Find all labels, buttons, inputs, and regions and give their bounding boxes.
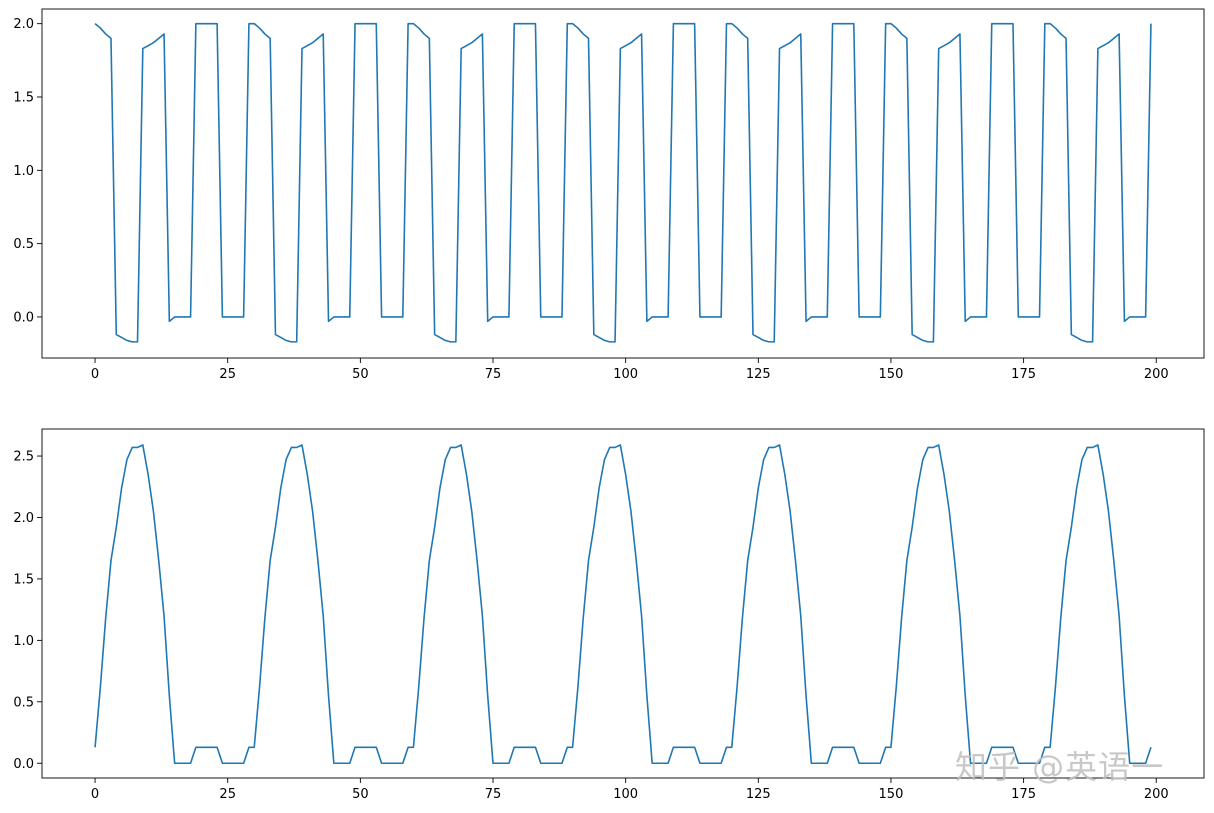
watermark-text: 知乎 @英语一 bbox=[955, 748, 1165, 786]
x-tick-label: 0 bbox=[91, 367, 99, 382]
axes-frame bbox=[41, 8, 1205, 359]
series-line-1-0 bbox=[94, 444, 1152, 765]
x-tick-label: 150 bbox=[879, 367, 904, 382]
x-tick-label: 175 bbox=[1011, 787, 1036, 802]
x-tick-label: 25 bbox=[219, 367, 236, 382]
x-tick-label: 25 bbox=[219, 787, 236, 802]
x-tick-label: 75 bbox=[485, 367, 502, 382]
y-tick-label: 0.5 bbox=[13, 695, 34, 710]
x-tick-label: 50 bbox=[352, 367, 369, 382]
x-tick-label: 150 bbox=[879, 787, 904, 802]
y-tick-label: 0.0 bbox=[13, 757, 34, 772]
x-tick-label: 175 bbox=[1011, 367, 1036, 382]
y-tick-label: 2.0 bbox=[13, 511, 34, 526]
x-tick-label: 0 bbox=[91, 787, 99, 802]
x-tick-label: 100 bbox=[613, 367, 638, 382]
y-tick-label: 1.5 bbox=[13, 572, 34, 587]
x-tick-label: 200 bbox=[1144, 787, 1169, 802]
y-tick-label: 1.0 bbox=[13, 164, 34, 179]
x-tick-label: 125 bbox=[746, 787, 771, 802]
y-tick-label: 2.5 bbox=[13, 450, 34, 465]
y-tick-label: 0.0 bbox=[13, 310, 34, 325]
top-plot: 0 25 50 75 100 125 150 175 200 0.0 0.5 1.0 1.5 2.0 bbox=[13, 8, 1205, 382]
x-tick-label: 100 bbox=[613, 787, 638, 802]
axes-frame bbox=[41, 428, 1205, 779]
y-tick-label: 1.5 bbox=[13, 90, 34, 105]
x-tick-label: 125 bbox=[746, 367, 771, 382]
figure: 0 25 50 75 100 125 150 175 200 0.0 0.5 1.0 1.5 2.0 0 2… bbox=[13, 8, 1205, 802]
x-tick-label: 200 bbox=[1144, 367, 1169, 382]
y-tick-label: 1.0 bbox=[13, 634, 34, 649]
y-tick-label: 0.5 bbox=[13, 237, 34, 252]
series-line-0-0 bbox=[94, 22, 1152, 343]
x-tick-label: 50 bbox=[352, 787, 369, 802]
x-tick-label: 75 bbox=[485, 787, 502, 802]
y-tick-label: 2.0 bbox=[13, 17, 34, 32]
